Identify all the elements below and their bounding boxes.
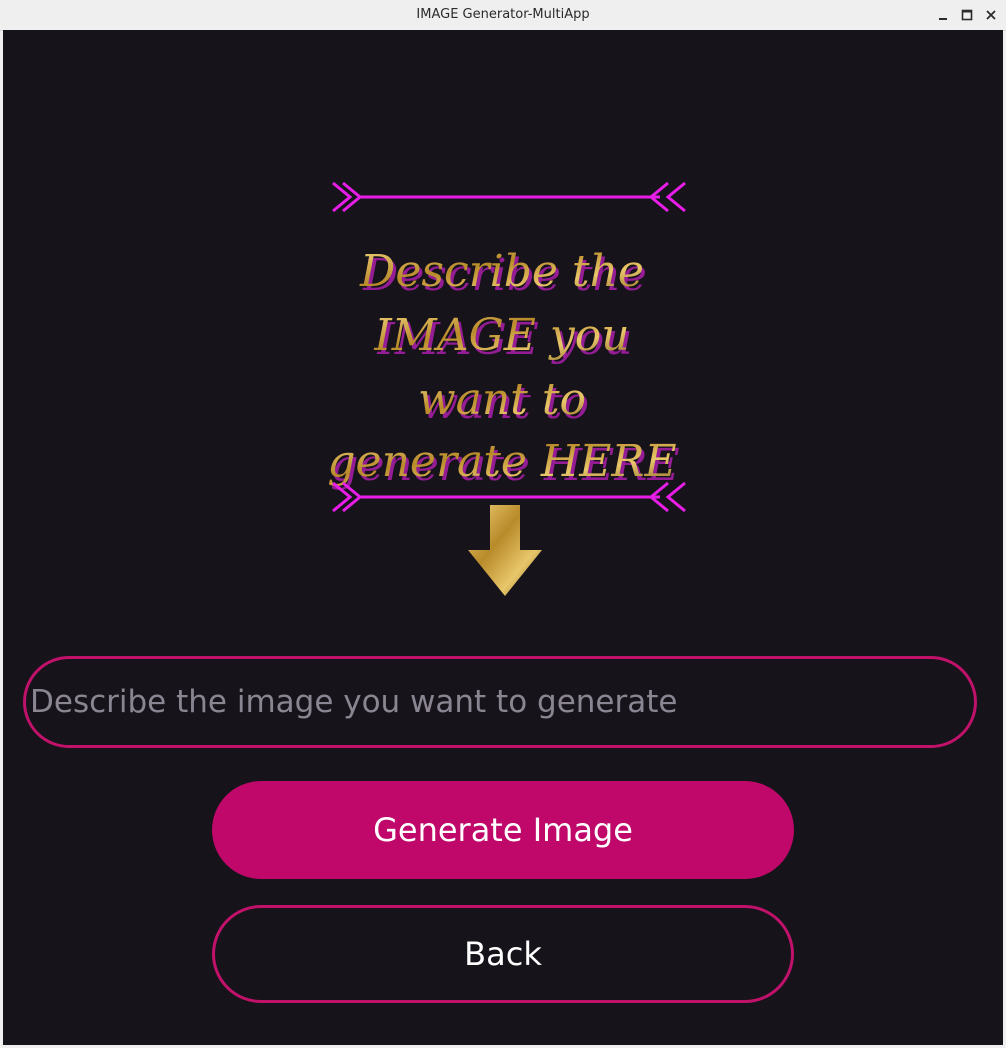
down-arrow-icon xyxy=(468,505,542,596)
generate-image-button[interactable]: Generate Image xyxy=(212,781,794,879)
banner-line-1: Describe the xyxy=(359,246,644,297)
window-titlebar: IMAGE Generator-MultiApp xyxy=(0,0,1006,31)
instruction-banner-image: Describe the Describe the IMAGE you IMAG… xyxy=(328,178,690,603)
generate-image-button-label: Generate Image xyxy=(373,811,633,849)
back-button[interactable]: Back xyxy=(212,905,794,1003)
main-content: Describe the Describe the IMAGE you IMAG… xyxy=(3,30,1003,1045)
maximize-icon[interactable] xyxy=(958,6,976,24)
minimize-icon[interactable] xyxy=(934,6,952,24)
banner-line-4: generate HERE xyxy=(328,436,677,487)
window-title: IMAGE Generator-MultiApp xyxy=(416,7,590,22)
banner-line-2: IMAGE you xyxy=(373,310,629,361)
close-icon[interactable] xyxy=(982,6,1000,24)
banner-line-3: want to xyxy=(418,374,586,425)
top-divider-icon xyxy=(332,181,686,213)
back-button-label: Back xyxy=(464,935,542,973)
prompt-input[interactable] xyxy=(23,656,977,748)
